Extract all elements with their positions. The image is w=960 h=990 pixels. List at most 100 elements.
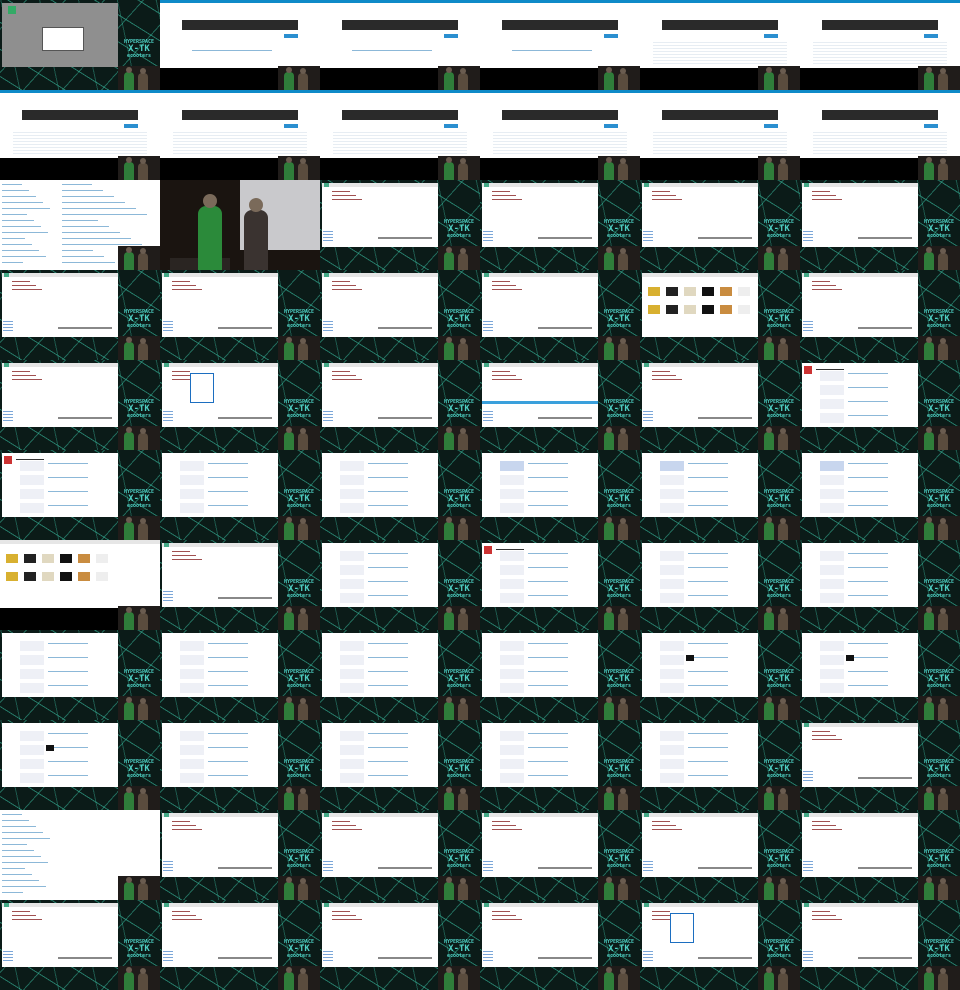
field-value	[528, 581, 568, 582]
video-frame	[800, 0, 960, 90]
speaker-right	[298, 968, 308, 990]
speaker-left	[604, 247, 614, 270]
code-block	[662, 20, 778, 30]
speaker-left	[444, 877, 454, 900]
video-frame: HYPERSPACE X-TK ecooters	[0, 360, 160, 450]
speaker-inset	[438, 966, 480, 990]
image-thumb	[648, 305, 660, 314]
field-value	[368, 567, 408, 568]
event-logo: HYPERSPACE X-TK ecooters	[442, 580, 476, 599]
field-label	[180, 731, 204, 741]
logo-line-3: ecooters	[286, 863, 312, 869]
video-frame: HYPERSPACE X-TK ecooters	[640, 720, 800, 810]
speaker-right	[778, 248, 788, 270]
event-logo: HYPERSPACE X-TK ecooters	[122, 940, 156, 959]
speaker-right	[618, 428, 628, 450]
speaker-inset	[118, 696, 160, 720]
text-line	[492, 289, 522, 290]
image-thumb	[702, 305, 714, 314]
field-value	[848, 553, 888, 554]
link-row	[2, 226, 41, 227]
image-thumb	[720, 287, 732, 296]
video-frame: HYPERSPACE X-TK ecooters	[160, 810, 320, 900]
screen-capture	[2, 723, 118, 787]
field-value	[528, 463, 568, 464]
browser-header	[320, 90, 480, 93]
field-value	[368, 595, 408, 596]
field-label	[180, 669, 204, 679]
text-line	[172, 555, 196, 556]
field-value	[208, 505, 248, 506]
wiki-logo	[804, 366, 812, 374]
video-frame: HYPERSPACE X-TK ecooters	[0, 900, 160, 990]
event-logo: HYPERSPACE X-TK ecooters	[442, 670, 476, 689]
video-frame: HYPERSPACE X-TK ecooters	[320, 720, 480, 810]
link-row	[2, 844, 27, 845]
text-line	[812, 191, 830, 192]
screen-capture	[2, 363, 118, 427]
image-thumb	[684, 305, 696, 314]
field-value	[528, 747, 568, 748]
field-label	[500, 461, 524, 471]
text-line	[492, 829, 522, 830]
link-row	[2, 190, 29, 191]
status-bar	[858, 867, 912, 869]
field-label	[820, 551, 844, 561]
text-line	[812, 289, 842, 290]
speaker-left	[924, 427, 934, 450]
link-row	[62, 202, 125, 203]
text-line	[652, 195, 676, 196]
logo-line-3: ecooters	[926, 323, 952, 329]
editor-toolbar	[2, 273, 118, 277]
speaker-left	[764, 787, 774, 810]
run-button	[284, 34, 298, 38]
status-bar	[538, 957, 592, 959]
speaker-inset	[758, 696, 800, 720]
speaker-left	[284, 427, 294, 450]
text-line	[332, 825, 356, 826]
speaker-right	[938, 428, 948, 450]
speaker-left	[924, 517, 934, 540]
link-row	[2, 244, 32, 245]
app-logo	[804, 813, 809, 817]
link-row	[2, 892, 23, 893]
text-line	[492, 375, 516, 376]
code-block	[182, 110, 298, 120]
field-label	[340, 489, 364, 499]
logo-line-3: ecooters	[126, 773, 152, 779]
editor-toolbar	[322, 363, 438, 367]
link-row	[2, 232, 48, 233]
run-button	[764, 34, 778, 38]
field-label	[820, 655, 844, 665]
status-bar	[378, 417, 432, 419]
logo-line-3: ecooters	[606, 593, 632, 599]
field-value	[48, 463, 88, 464]
page-title	[816, 369, 844, 370]
sidebar-links	[323, 949, 333, 963]
field-label	[500, 579, 524, 589]
speaker-inset	[118, 66, 160, 90]
image-thumb	[96, 554, 108, 563]
speaker-inset	[918, 786, 960, 810]
speaker-inset	[278, 876, 320, 900]
field-value	[528, 671, 568, 672]
event-logo: HYPERSPACE X-TK ecooters	[442, 400, 476, 419]
field-label	[820, 413, 844, 423]
editor-toolbar	[322, 813, 438, 817]
speaker-left	[124, 157, 134, 180]
field-label	[820, 385, 844, 395]
video-frame: HYPERSPACE X-TK ecooters	[320, 450, 480, 540]
video-frame	[800, 90, 960, 180]
code-block	[502, 20, 618, 30]
status-bar	[858, 957, 912, 959]
code-block	[822, 20, 938, 30]
text-line	[492, 285, 516, 286]
app-logo	[164, 903, 169, 907]
speaker-inset	[918, 516, 960, 540]
speaker-inset	[438, 516, 480, 540]
toolbar	[0, 540, 160, 544]
editor-toolbar	[642, 183, 758, 187]
image-thumb	[60, 554, 72, 563]
text-line	[652, 829, 682, 830]
logo-line-3: ecooters	[286, 683, 312, 689]
